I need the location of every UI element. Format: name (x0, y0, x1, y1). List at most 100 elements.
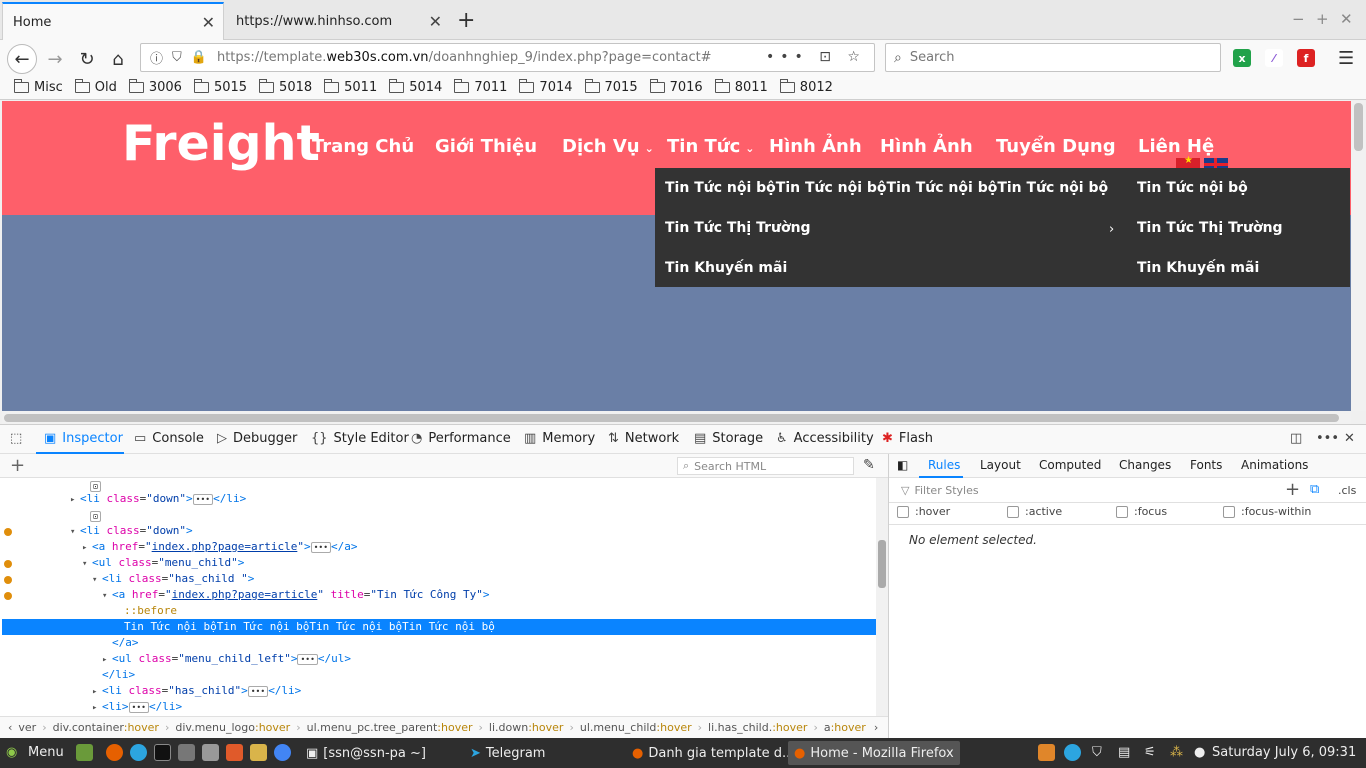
url-text[interactable]: https://template.web30s.com.vn/doanhnghi… (217, 50, 712, 65)
keyboard-tray-icon[interactable]: ▤ (1118, 745, 1130, 760)
taskbar-window-firefox-home[interactable]: ● Home - Mozilla Firefox (788, 741, 960, 765)
markup-line[interactable]: ▾ <a href="index.php?page=article" title=… (102, 587, 888, 603)
bookmark-folder[interactable]: 3006 (128, 79, 182, 95)
scrollbar-thumb[interactable] (1354, 103, 1363, 151)
tab-console[interactable]: ▭ Console (134, 431, 204, 446)
submenu-item[interactable]: Tin Khuyến mãi (1137, 260, 1259, 276)
add-node-icon[interactable]: + (10, 455, 25, 476)
telegram-icon[interactable] (130, 744, 147, 761)
breadcrumb-item[interactable]: a:hover (824, 721, 866, 734)
url-bar[interactable]: ⓘ ⛉ 🔒 https://template.web30s.com.vn/doa… (140, 43, 875, 72)
bookmark-folder[interactable]: Misc (14, 79, 63, 95)
breadcrumb-item[interactable]: div.menu_logo:hover (175, 721, 290, 734)
markup-line[interactable]: ▸ <li class="has_child"> ••• </li> (92, 683, 888, 699)
markup-line[interactable]: </li> (102, 667, 888, 683)
bookmark-folder[interactable]: 8011 (714, 79, 768, 95)
breadcrumb-item[interactable]: ver (18, 721, 36, 734)
search-bar[interactable]: ⌕ Search (885, 43, 1221, 72)
tab-storage[interactable]: ▤ Storage (694, 431, 763, 446)
start-menu-button[interactable]: Menu (28, 745, 64, 760)
breadcrumb-item[interactable]: ul.menu_pc.tree_parent:hover (307, 721, 473, 734)
tab-rules[interactable]: Rules (928, 458, 960, 472)
tab-accessibility[interactable]: ♿ Accessibility (776, 431, 874, 446)
tray-app-icon[interactable] (1038, 744, 1055, 761)
bookmark-folder[interactable]: 7015 (584, 79, 638, 95)
scrollbar-thumb[interactable] (878, 540, 886, 588)
camera-icon[interactable] (202, 744, 219, 761)
filter-styles-input[interactable]: ▽ Filter Styles (895, 481, 1275, 499)
info-icon[interactable]: ⓘ (150, 48, 163, 67)
tab-flash[interactable]: ✱ Flash (882, 431, 933, 446)
excel-extension-icon[interactable]: x (1233, 49, 1251, 67)
bookmark-folder[interactable]: 5015 (193, 79, 247, 95)
dropdown-item[interactable]: Tin Khuyến mãi (665, 260, 787, 276)
page-vertical-scrollbar[interactable] (1351, 101, 1366, 411)
chevron-right-icon[interactable]: › (874, 721, 878, 734)
close-devtools-icon[interactable]: ✕ (1344, 431, 1361, 446)
reload-icon[interactable]: ↻ (72, 44, 102, 74)
telegram-tray-icon[interactable] (1064, 744, 1081, 761)
tab-changes[interactable]: Changes (1119, 458, 1171, 472)
tab-computed[interactable]: Computed (1039, 458, 1101, 472)
feather-extension-icon[interactable]: ⁄ (1265, 49, 1283, 67)
page-actions-icon[interactable]: ••• ⊡ ☆ (766, 49, 866, 65)
tab-animations[interactable]: Animations (1241, 458, 1308, 472)
selected-markup-line[interactable]: Tin Tức nội bộTin Tức nội bộTin Tức nội … (2, 619, 878, 635)
bookmark-folder[interactable]: 5014 (389, 79, 442, 95)
tab-performance[interactable]: ◔ Performance (411, 431, 511, 446)
taskbar-window-firefox-danh-gia[interactable]: ● Danh gia template d... (626, 741, 800, 765)
markup-line[interactable]: ▸ <ul class="menu_child_left"> ••• </ul> (102, 651, 888, 667)
markup-line[interactable]: </a> (112, 635, 888, 651)
markup-line[interactable]: ▸ <li class="down"> ••• </li> (70, 491, 888, 507)
network-status-icon[interactable]: ⁂ (1170, 745, 1183, 760)
shield-icon[interactable]: ⛉ (172, 50, 182, 65)
markup-line[interactable]: ⊡ (90, 508, 888, 524)
cls-toggle[interactable]: .cls (1338, 484, 1356, 497)
bookmark-folder[interactable]: 5018 (259, 79, 312, 95)
files-icon[interactable] (178, 744, 195, 761)
folder-icon[interactable] (250, 744, 267, 761)
dock-side-icon[interactable]: ◫ (1290, 431, 1308, 446)
pseudo-hover-checkbox[interactable]: :hover (897, 505, 950, 518)
forward-arrow-icon[interactable]: → (40, 44, 70, 74)
pseudo-focus-within-checkbox[interactable]: :focus-within (1223, 505, 1311, 518)
menu-item-hinh-anh-2[interactable]: Hình Ảnh (880, 136, 973, 157)
window-close-icon[interactable]: ✕ (1340, 10, 1353, 28)
tab-network[interactable]: ⇅ Network (608, 431, 679, 446)
more-options-icon[interactable]: ••• (1316, 431, 1345, 446)
breadcrumb-item[interactable]: li.has_child.:hover (708, 721, 807, 734)
firefox-icon[interactable] (106, 744, 123, 761)
eyedropper-icon[interactable]: ✎ (863, 457, 875, 473)
tab-fonts[interactable]: Fonts (1190, 458, 1222, 472)
markup-scrollbar[interactable] (876, 478, 888, 716)
new-tab-icon[interactable]: + (457, 8, 475, 33)
markup-line[interactable]: ▸ <a href="index.php?page=article"> ••• </a… (82, 539, 888, 555)
tab-debugger[interactable]: ▷ Debugger (217, 431, 297, 446)
print-simulation-icon[interactable]: ⧉ (1310, 482, 1319, 497)
markup-line[interactable]: ▾ <ul class="menu_child"> (82, 555, 888, 571)
tab-inspector[interactable]: ▣ Inspector (44, 431, 123, 446)
tab-hinhso[interactable]: https://www.hinhso.com ✕ (226, 2, 450, 40)
page-horizontal-scrollbar[interactable] (2, 411, 1351, 424)
add-rule-icon[interactable]: + (1285, 479, 1300, 500)
tab-home[interactable]: Home ✕ (2, 2, 224, 40)
toggle-sidebar-icon[interactable]: ◧ (897, 458, 908, 472)
pseudo-focus-checkbox[interactable]: :focus (1116, 505, 1167, 518)
minimize-icon[interactable]: − (1292, 10, 1305, 28)
bookmark-folder[interactable]: 8012 (779, 79, 833, 95)
submenu-item[interactable]: Tin Tức nội bộ (1137, 180, 1248, 196)
tab-memory[interactable]: ▥ Memory (524, 431, 595, 446)
bookmark-folder[interactable]: 5011 (324, 79, 377, 95)
search-html-input[interactable]: ⌕ Search HTML (677, 457, 854, 475)
dropdown-item[interactable]: Tin Tức nội bộTin Tức nội bộTin Tức nội … (665, 180, 1108, 196)
markup-line[interactable]: ::before (124, 603, 888, 619)
pseudo-active-checkbox[interactable]: :active (1007, 505, 1062, 518)
bookmark-folder[interactable]: 7016 (649, 79, 703, 95)
tab-layout[interactable]: Layout (980, 458, 1021, 472)
menu-item-tuyen-dung[interactable]: Tuyển Dụng (996, 136, 1116, 157)
tab-style-editor[interactable]: {} Style Editor (311, 431, 409, 446)
menu-item-trang-chu[interactable]: Trang Chủ (312, 136, 414, 157)
back-arrow-icon[interactable]: ← (7, 44, 37, 74)
chrome-icon[interactable] (274, 744, 291, 761)
shield-tray-icon[interactable]: ⛉ (1092, 745, 1102, 760)
